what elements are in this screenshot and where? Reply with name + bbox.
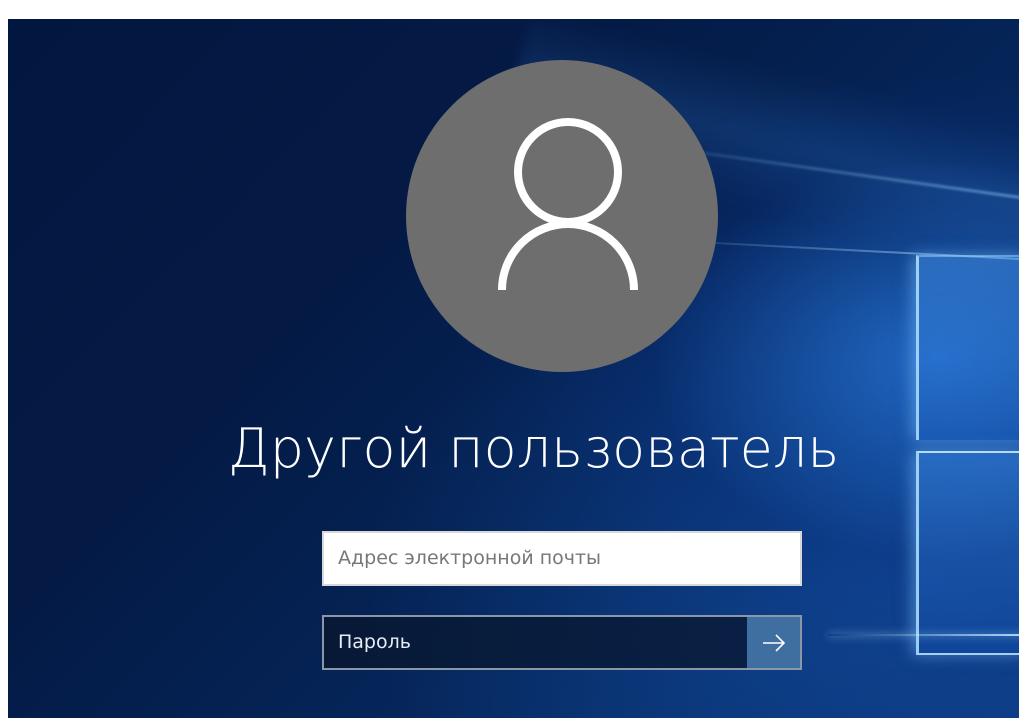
email-placeholder: Адрес электронной почты — [338, 547, 602, 569]
email-field[interactable]: Адрес электронной почты — [322, 531, 802, 586]
wallpaper-light-line — [828, 634, 1019, 636]
user-icon — [498, 118, 638, 291]
wallpaper-window-pane — [916, 255, 1019, 440]
wallpaper-window-pane — [916, 451, 1019, 655]
arrow-right-icon — [762, 633, 785, 652]
password-field[interactable]: Пароль — [322, 615, 802, 670]
lock-screen: Другой пользователь Адрес электронной по… — [8, 19, 1019, 718]
user-avatar — [406, 60, 718, 372]
submit-button[interactable] — [747, 617, 800, 668]
password-placeholder: Пароль — [338, 631, 411, 653]
username-label: Другой пользователь — [227, 417, 840, 480]
